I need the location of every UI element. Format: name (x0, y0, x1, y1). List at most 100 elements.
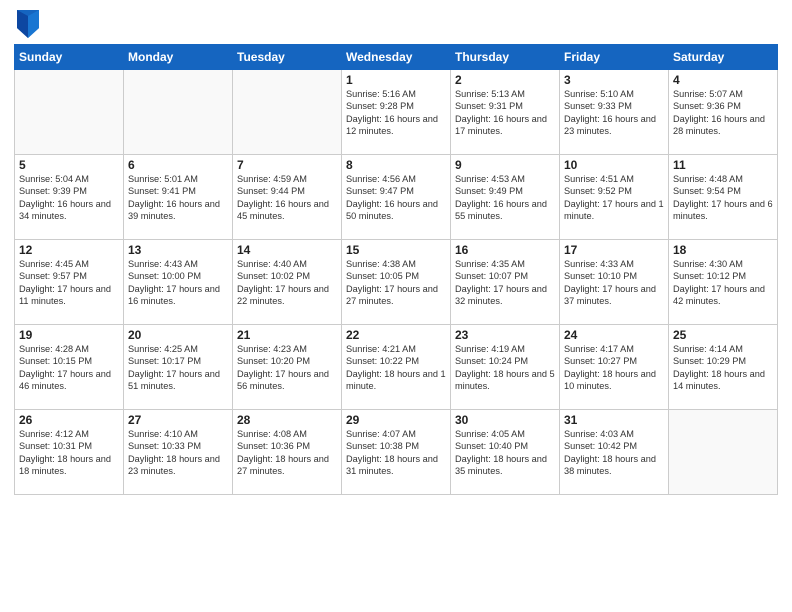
day-info: Sunrise: 4:48 AM Sunset: 9:54 PM Dayligh… (673, 173, 773, 223)
table-row: 18Sunrise: 4:30 AM Sunset: 10:12 PM Dayl… (669, 240, 778, 325)
day-number: 15 (346, 243, 446, 257)
table-row: 12Sunrise: 4:45 AM Sunset: 9:57 PM Dayli… (15, 240, 124, 325)
col-wednesday: Wednesday (342, 45, 451, 70)
day-info: Sunrise: 4:21 AM Sunset: 10:22 PM Daylig… (346, 343, 446, 393)
day-info: Sunrise: 4:51 AM Sunset: 9:52 PM Dayligh… (564, 173, 664, 223)
day-number: 26 (19, 413, 119, 427)
day-number: 14 (237, 243, 337, 257)
day-number: 30 (455, 413, 555, 427)
day-info: Sunrise: 4:38 AM Sunset: 10:05 PM Daylig… (346, 258, 446, 308)
table-row: 17Sunrise: 4:33 AM Sunset: 10:10 PM Dayl… (560, 240, 669, 325)
table-row: 8Sunrise: 4:56 AM Sunset: 9:47 PM Daylig… (342, 155, 451, 240)
table-row: 1Sunrise: 5:16 AM Sunset: 9:28 PM Daylig… (342, 70, 451, 155)
table-row: 26Sunrise: 4:12 AM Sunset: 10:31 PM Dayl… (15, 410, 124, 495)
day-info: Sunrise: 4:19 AM Sunset: 10:24 PM Daylig… (455, 343, 555, 393)
table-row: 31Sunrise: 4:03 AM Sunset: 10:42 PM Dayl… (560, 410, 669, 495)
table-row: 30Sunrise: 4:05 AM Sunset: 10:40 PM Dayl… (451, 410, 560, 495)
table-row: 4Sunrise: 5:07 AM Sunset: 9:36 PM Daylig… (669, 70, 778, 155)
day-info: Sunrise: 5:07 AM Sunset: 9:36 PM Dayligh… (673, 88, 773, 138)
col-tuesday: Tuesday (233, 45, 342, 70)
day-number: 11 (673, 158, 773, 172)
day-number: 7 (237, 158, 337, 172)
calendar-week-row: 5Sunrise: 5:04 AM Sunset: 9:39 PM Daylig… (15, 155, 778, 240)
day-number: 31 (564, 413, 664, 427)
table-row: 14Sunrise: 4:40 AM Sunset: 10:02 PM Dayl… (233, 240, 342, 325)
day-number: 27 (128, 413, 228, 427)
col-sunday: Sunday (15, 45, 124, 70)
calendar-week-row: 26Sunrise: 4:12 AM Sunset: 10:31 PM Dayl… (15, 410, 778, 495)
day-number: 21 (237, 328, 337, 342)
day-number: 13 (128, 243, 228, 257)
calendar-week-row: 12Sunrise: 4:45 AM Sunset: 9:57 PM Dayli… (15, 240, 778, 325)
table-row: 10Sunrise: 4:51 AM Sunset: 9:52 PM Dayli… (560, 155, 669, 240)
day-info: Sunrise: 4:45 AM Sunset: 9:57 PM Dayligh… (19, 258, 119, 308)
header (14, 10, 778, 38)
day-info: Sunrise: 4:12 AM Sunset: 10:31 PM Daylig… (19, 428, 119, 478)
table-row: 29Sunrise: 4:07 AM Sunset: 10:38 PM Dayl… (342, 410, 451, 495)
page: Sunday Monday Tuesday Wednesday Thursday… (0, 0, 792, 612)
day-number: 19 (19, 328, 119, 342)
table-row: 7Sunrise: 4:59 AM Sunset: 9:44 PM Daylig… (233, 155, 342, 240)
table-row (233, 70, 342, 155)
table-row: 28Sunrise: 4:08 AM Sunset: 10:36 PM Dayl… (233, 410, 342, 495)
day-info: Sunrise: 4:35 AM Sunset: 10:07 PM Daylig… (455, 258, 555, 308)
table-row: 19Sunrise: 4:28 AM Sunset: 10:15 PM Dayl… (15, 325, 124, 410)
day-info: Sunrise: 4:05 AM Sunset: 10:40 PM Daylig… (455, 428, 555, 478)
day-number: 20 (128, 328, 228, 342)
day-info: Sunrise: 4:33 AM Sunset: 10:10 PM Daylig… (564, 258, 664, 308)
day-number: 25 (673, 328, 773, 342)
day-number: 28 (237, 413, 337, 427)
day-info: Sunrise: 4:17 AM Sunset: 10:27 PM Daylig… (564, 343, 664, 393)
day-info: Sunrise: 4:07 AM Sunset: 10:38 PM Daylig… (346, 428, 446, 478)
day-info: Sunrise: 4:03 AM Sunset: 10:42 PM Daylig… (564, 428, 664, 478)
logo-area (14, 10, 41, 38)
day-number: 4 (673, 73, 773, 87)
table-row: 15Sunrise: 4:38 AM Sunset: 10:05 PM Dayl… (342, 240, 451, 325)
table-row: 22Sunrise: 4:21 AM Sunset: 10:22 PM Dayl… (342, 325, 451, 410)
col-saturday: Saturday (669, 45, 778, 70)
day-info: Sunrise: 4:08 AM Sunset: 10:36 PM Daylig… (237, 428, 337, 478)
day-info: Sunrise: 4:59 AM Sunset: 9:44 PM Dayligh… (237, 173, 337, 223)
table-row: 23Sunrise: 4:19 AM Sunset: 10:24 PM Dayl… (451, 325, 560, 410)
day-info: Sunrise: 5:04 AM Sunset: 9:39 PM Dayligh… (19, 173, 119, 223)
day-info: Sunrise: 4:23 AM Sunset: 10:20 PM Daylig… (237, 343, 337, 393)
table-row: 13Sunrise: 4:43 AM Sunset: 10:00 PM Dayl… (124, 240, 233, 325)
day-number: 10 (564, 158, 664, 172)
table-row: 24Sunrise: 4:17 AM Sunset: 10:27 PM Dayl… (560, 325, 669, 410)
day-info: Sunrise: 4:25 AM Sunset: 10:17 PM Daylig… (128, 343, 228, 393)
table-row: 25Sunrise: 4:14 AM Sunset: 10:29 PM Dayl… (669, 325, 778, 410)
day-number: 3 (564, 73, 664, 87)
day-number: 8 (346, 158, 446, 172)
day-number: 23 (455, 328, 555, 342)
table-row: 3Sunrise: 5:10 AM Sunset: 9:33 PM Daylig… (560, 70, 669, 155)
day-number: 22 (346, 328, 446, 342)
day-number: 9 (455, 158, 555, 172)
col-thursday: Thursday (451, 45, 560, 70)
day-info: Sunrise: 4:56 AM Sunset: 9:47 PM Dayligh… (346, 173, 446, 223)
table-row (124, 70, 233, 155)
day-info: Sunrise: 4:43 AM Sunset: 10:00 PM Daylig… (128, 258, 228, 308)
table-row: 2Sunrise: 5:13 AM Sunset: 9:31 PM Daylig… (451, 70, 560, 155)
day-number: 17 (564, 243, 664, 257)
table-row: 27Sunrise: 4:10 AM Sunset: 10:33 PM Dayl… (124, 410, 233, 495)
table-row (15, 70, 124, 155)
day-info: Sunrise: 4:53 AM Sunset: 9:49 PM Dayligh… (455, 173, 555, 223)
calendar-week-row: 1Sunrise: 5:16 AM Sunset: 9:28 PM Daylig… (15, 70, 778, 155)
day-number: 29 (346, 413, 446, 427)
logo-icon (17, 10, 39, 38)
day-info: Sunrise: 4:40 AM Sunset: 10:02 PM Daylig… (237, 258, 337, 308)
table-row: 16Sunrise: 4:35 AM Sunset: 10:07 PM Dayl… (451, 240, 560, 325)
day-info: Sunrise: 4:30 AM Sunset: 10:12 PM Daylig… (673, 258, 773, 308)
table-row: 20Sunrise: 4:25 AM Sunset: 10:17 PM Dayl… (124, 325, 233, 410)
day-info: Sunrise: 4:14 AM Sunset: 10:29 PM Daylig… (673, 343, 773, 393)
table-row: 5Sunrise: 5:04 AM Sunset: 9:39 PM Daylig… (15, 155, 124, 240)
calendar-table: Sunday Monday Tuesday Wednesday Thursday… (14, 44, 778, 495)
day-number: 5 (19, 158, 119, 172)
weekday-header-row: Sunday Monday Tuesday Wednesday Thursday… (15, 45, 778, 70)
day-number: 16 (455, 243, 555, 257)
calendar-week-row: 19Sunrise: 4:28 AM Sunset: 10:15 PM Dayl… (15, 325, 778, 410)
day-info: Sunrise: 5:10 AM Sunset: 9:33 PM Dayligh… (564, 88, 664, 138)
table-row: 9Sunrise: 4:53 AM Sunset: 9:49 PM Daylig… (451, 155, 560, 240)
table-row: 11Sunrise: 4:48 AM Sunset: 9:54 PM Dayli… (669, 155, 778, 240)
day-info: Sunrise: 5:13 AM Sunset: 9:31 PM Dayligh… (455, 88, 555, 138)
